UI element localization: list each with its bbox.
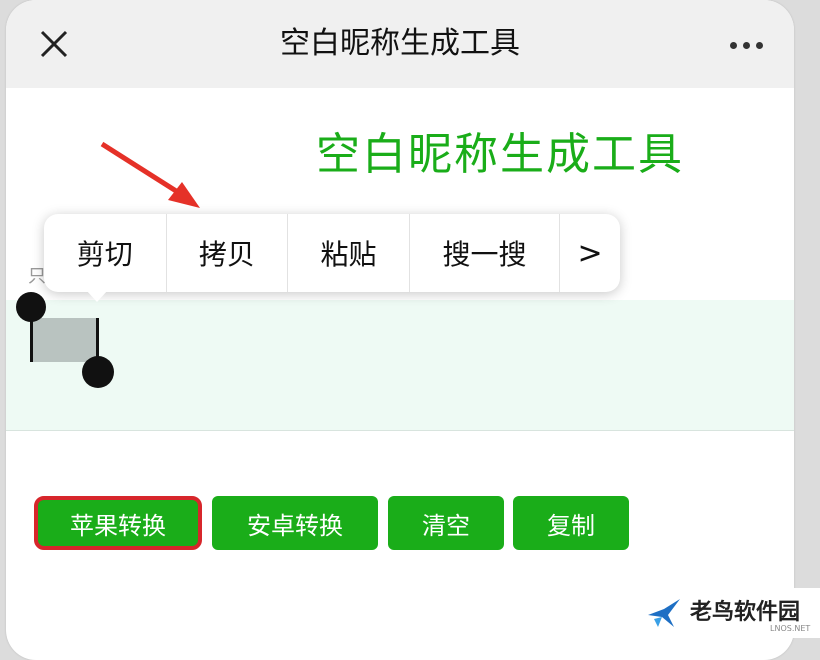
watermark-subtext: LNOS.NET [770,624,811,633]
title-bar: 空白昵称生成工具 [6,0,794,88]
menu-item-search[interactable]: 搜一搜 [410,214,561,292]
close-icon [40,30,68,58]
phone-screen: 空白昵称生成工具 空白昵称生成工具 只 剪切 拷贝 粘贴 搜一搜 > 苹果转换 … [6,0,794,660]
clear-button[interactable]: 清空 [388,496,504,550]
red-arrow-icon [100,141,200,208]
android-convert-button[interactable]: 安卓转换 [212,496,378,550]
menu-item-copy[interactable]: 拷贝 [167,214,289,292]
watermark: 老鸟软件园 LNOS.NET [620,588,820,638]
menu-item-cut[interactable]: 剪切 [44,214,167,292]
text-selection [32,318,98,362]
menu-next-icon[interactable]: > [560,214,620,292]
close-button[interactable] [34,24,74,64]
nickname-input-area[interactable] [6,292,794,431]
bird-logo-icon [648,599,680,627]
selection-handle-start[interactable] [16,292,46,322]
apple-convert-button[interactable]: 苹果转换 [34,496,202,550]
context-menu-pointer [86,290,108,302]
menu-item-paste[interactable]: 粘贴 [288,214,410,292]
window-title: 空白昵称生成工具 [280,26,520,61]
context-menu: 剪切 拷贝 粘贴 搜一搜 > [44,214,620,292]
copy-button[interactable]: 复制 [513,496,629,550]
watermark-text: 老鸟软件园 [690,600,801,625]
more-button[interactable] [718,30,774,60]
selection-handle-end[interactable] [82,356,114,388]
more-icon [729,41,737,49]
